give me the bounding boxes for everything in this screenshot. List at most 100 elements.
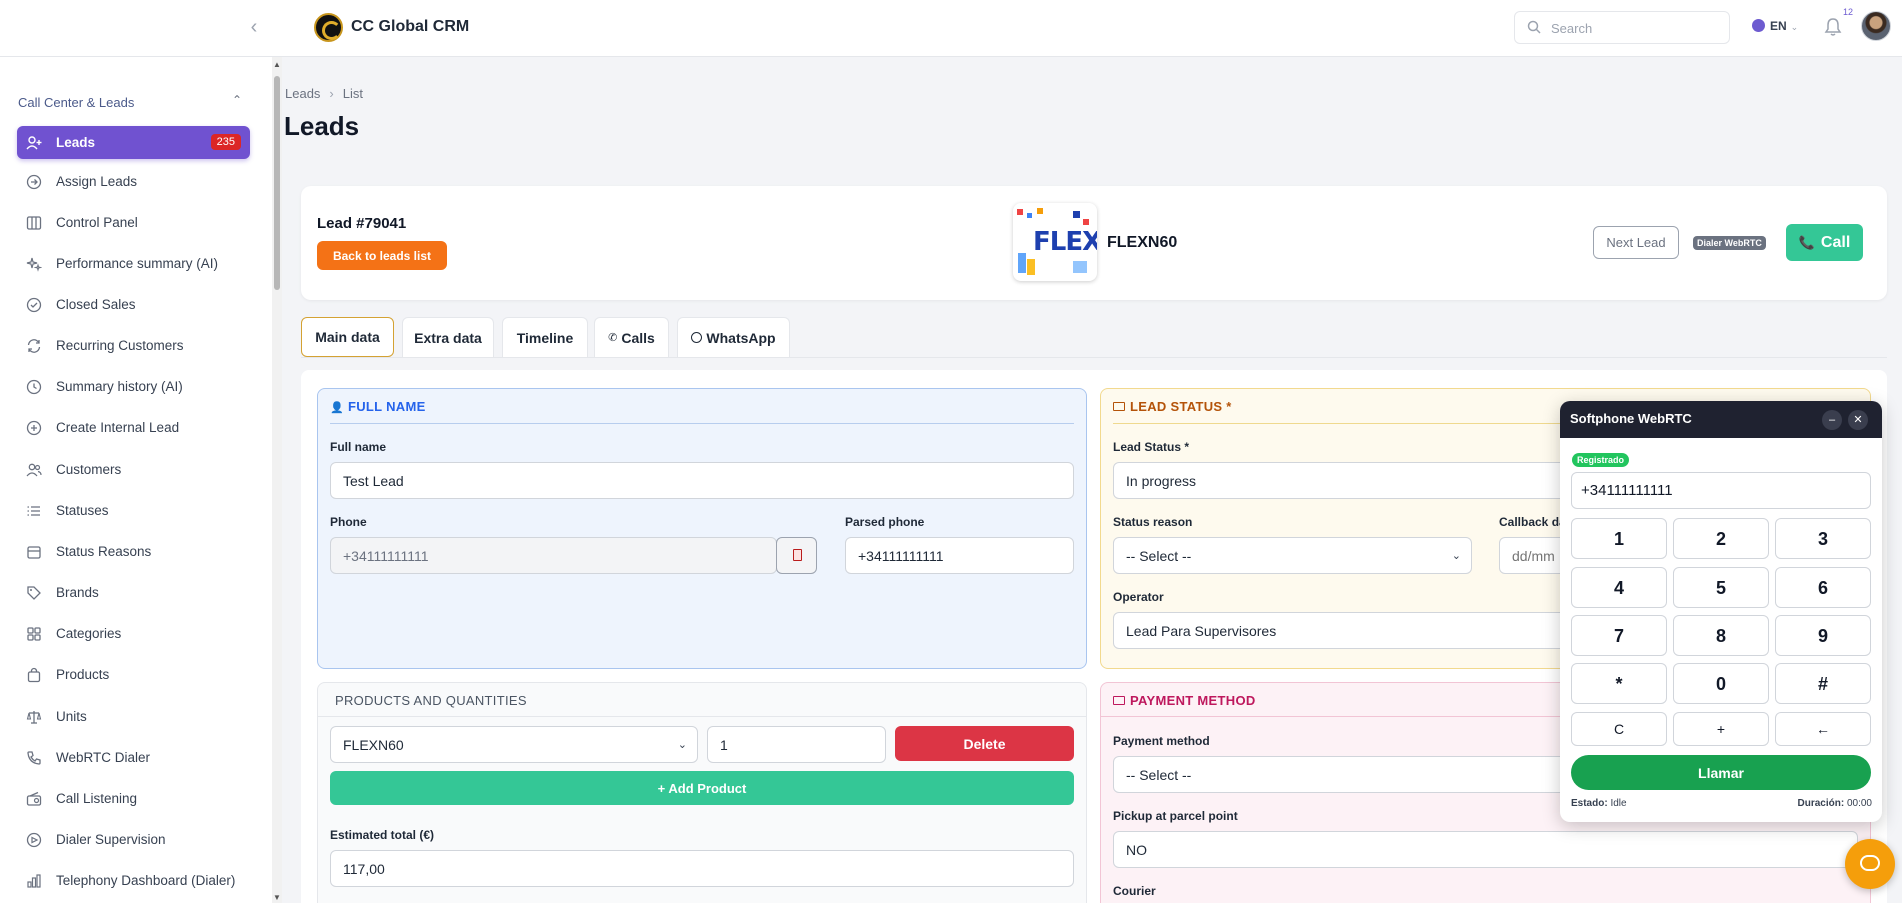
quantity-input[interactable] <box>707 726 886 763</box>
sidebar-item-control-panel[interactable]: Control Panel <box>17 206 250 239</box>
sidebar-item-label: Closed Sales <box>56 297 136 312</box>
bell-icon[interactable] <box>1824 17 1842 37</box>
clear-key[interactable]: C <box>1571 712 1667 746</box>
dial-number-input[interactable] <box>1571 472 1871 509</box>
sidebar-item-label: Statuses <box>56 503 109 518</box>
dialpad-key-3[interactable]: 3 <box>1775 518 1871 559</box>
sidebar-item-summary-history[interactable]: Summary history (AI) <box>17 370 250 403</box>
sidebar-item-customers[interactable]: Customers <box>17 453 250 486</box>
add-product-button[interactable]: + Add Product <box>330 771 1074 805</box>
plus-circle-icon <box>25 419 43 437</box>
dialpad-key-hash[interactable]: # <box>1775 663 1871 704</box>
language-selector[interactable]: EN ⌄ <box>1752 19 1798 33</box>
collapse-sidebar-icon[interactable]: ‹ <box>244 16 264 38</box>
sidebar-item-label: Create Internal Lead <box>56 420 180 435</box>
tab-whatsapp[interactable]: WhatsApp <box>677 317 790 357</box>
columns-icon <box>25 214 43 232</box>
radio-icon <box>25 790 43 808</box>
search-box[interactable] <box>1514 11 1730 44</box>
refresh-icon <box>25 337 43 355</box>
operator-value: Lead Para Supervisores <box>1126 622 1277 639</box>
sidebar-section-title[interactable]: Call Center & Leads <box>18 95 134 110</box>
minimize-icon[interactable]: – <box>1822 410 1842 430</box>
chat-button[interactable] <box>1845 839 1895 889</box>
status-reason-select[interactable]: -- Select -- ⌄ <box>1113 537 1472 574</box>
backspace-key[interactable]: ← <box>1775 712 1871 746</box>
sidebar-item-dialer-supervision[interactable]: Dialer Supervision <box>17 823 250 856</box>
dialpad-key-5[interactable]: 5 <box>1673 567 1769 608</box>
product-logo-text: FLEX <box>1033 227 1097 257</box>
chat-icon <box>1860 855 1880 871</box>
pickup-select[interactable]: NO <box>1113 831 1858 868</box>
dialpad-key-star[interactable]: * <box>1571 663 1667 704</box>
chevron-up-icon[interactable]: ⌃ <box>232 93 242 107</box>
sidebar-item-performance-summary[interactable]: Performance summary (AI) <box>17 247 250 280</box>
sidebar-item-leads[interactable]: Leads 235 <box>17 126 250 159</box>
duration-label: Duración: <box>1797 798 1845 809</box>
estimated-total-input[interactable] <box>330 850 1074 887</box>
sidebar-item-recurring-customers[interactable]: Recurring Customers <box>17 329 250 362</box>
full-name-label: Full name <box>330 440 387 454</box>
back-to-leads-button[interactable]: Back to leads list <box>317 241 447 270</box>
user-avatar[interactable] <box>1861 11 1891 41</box>
sidebar-item-label: Recurring Customers <box>56 338 184 353</box>
sidebar-item-webrtc-dialer[interactable]: WebRTC Dialer <box>17 741 250 774</box>
credit-card-icon <box>1113 696 1125 705</box>
pickup-value: NO <box>1126 841 1147 858</box>
close-icon[interactable]: ✕ <box>1848 410 1868 430</box>
tab-timeline[interactable]: Timeline <box>502 317 588 357</box>
dialpad-key-2[interactable]: 2 <box>1673 518 1769 559</box>
clipboard-icon <box>793 549 802 561</box>
dialpad-key-9[interactable]: 9 <box>1775 615 1871 656</box>
tab-main-data[interactable]: Main data <box>301 317 394 357</box>
app-title: CC Global CRM <box>351 18 470 35</box>
full-name-input[interactable] <box>330 462 1074 499</box>
scroll-up-arrow-icon[interactable]: ▲ <box>273 60 281 69</box>
search-icon <box>1527 20 1541 34</box>
sidebar-scrollbar-thumb[interactable] <box>274 76 280 290</box>
app-logo <box>314 13 343 42</box>
sidebar-item-assign-leads[interactable]: Assign Leads <box>17 165 250 198</box>
sidebar-item-label: Summary history (AI) <box>56 379 183 394</box>
dialpad-key-1[interactable]: 1 <box>1571 518 1667 559</box>
full-name-heading-text: FULL NAME <box>348 399 426 414</box>
dialpad-key-0[interactable]: 0 <box>1673 663 1769 704</box>
sidebar-item-closed-sales[interactable]: Closed Sales <box>17 288 250 321</box>
sidebar-item-label: Leads <box>56 135 96 150</box>
breadcrumb-leads[interactable]: Leads <box>285 86 320 101</box>
tab-calls[interactable]: ✆ Calls <box>594 317 669 357</box>
sidebar-item-products[interactable]: Products <box>17 658 250 691</box>
sidebar-item-telephony-dashboard[interactable]: Telephony Dashboard (Dialer) <box>17 864 250 897</box>
dialpad-key-4[interactable]: 4 <box>1571 567 1667 608</box>
lead-status-value: In progress <box>1126 472 1197 489</box>
chevron-right-icon: › <box>329 86 334 101</box>
sidebar-item-create-internal-lead[interactable]: Create Internal Lead <box>17 411 250 444</box>
tab-extra-data[interactable]: Extra data <box>402 317 494 357</box>
plus-key[interactable]: + <box>1673 712 1769 746</box>
sidebar-item-units[interactable]: Units <box>17 700 250 733</box>
sidebar-item-call-listening[interactable]: Call Listening <box>17 782 250 815</box>
section-divider <box>317 716 1087 717</box>
call-button[interactable]: 📞 Call <box>1786 224 1863 261</box>
copy-phone-button[interactable] <box>776 537 817 574</box>
sidebar-item-status-reasons[interactable]: Status Reasons <box>17 535 250 568</box>
scroll-down-arrow-icon[interactable]: ▼ <box>273 893 281 902</box>
payment-method-heading: PAYMENT METHOD <box>1113 693 1256 708</box>
llamar-button[interactable]: Llamar <box>1571 755 1871 790</box>
sidebar-item-statuses[interactable]: Statuses <box>17 494 250 527</box>
call-button-label: Call <box>1820 233 1851 251</box>
dialpad-key-6[interactable]: 6 <box>1775 567 1871 608</box>
next-lead-button[interactable]: Next Lead <box>1593 226 1679 259</box>
phone-input[interactable] <box>330 537 777 574</box>
dialpad-key-8[interactable]: 8 <box>1673 615 1769 656</box>
parsed-phone-input[interactable] <box>845 537 1074 574</box>
dialpad-key-7[interactable]: 7 <box>1571 615 1667 656</box>
tag-icon <box>25 584 43 602</box>
product-select[interactable]: FLEXN60 ⌄ <box>330 726 698 763</box>
delete-product-button[interactable]: Delete <box>895 726 1074 761</box>
sidebar-item-categories[interactable]: Categories <box>17 617 250 650</box>
search-input[interactable] <box>1551 18 1721 38</box>
sidebar-item-brands[interactable]: Brands <box>17 576 250 609</box>
callback-date-label: Callback da <box>1499 515 1566 529</box>
sidebar-item-label: Performance summary (AI) <box>56 256 219 271</box>
